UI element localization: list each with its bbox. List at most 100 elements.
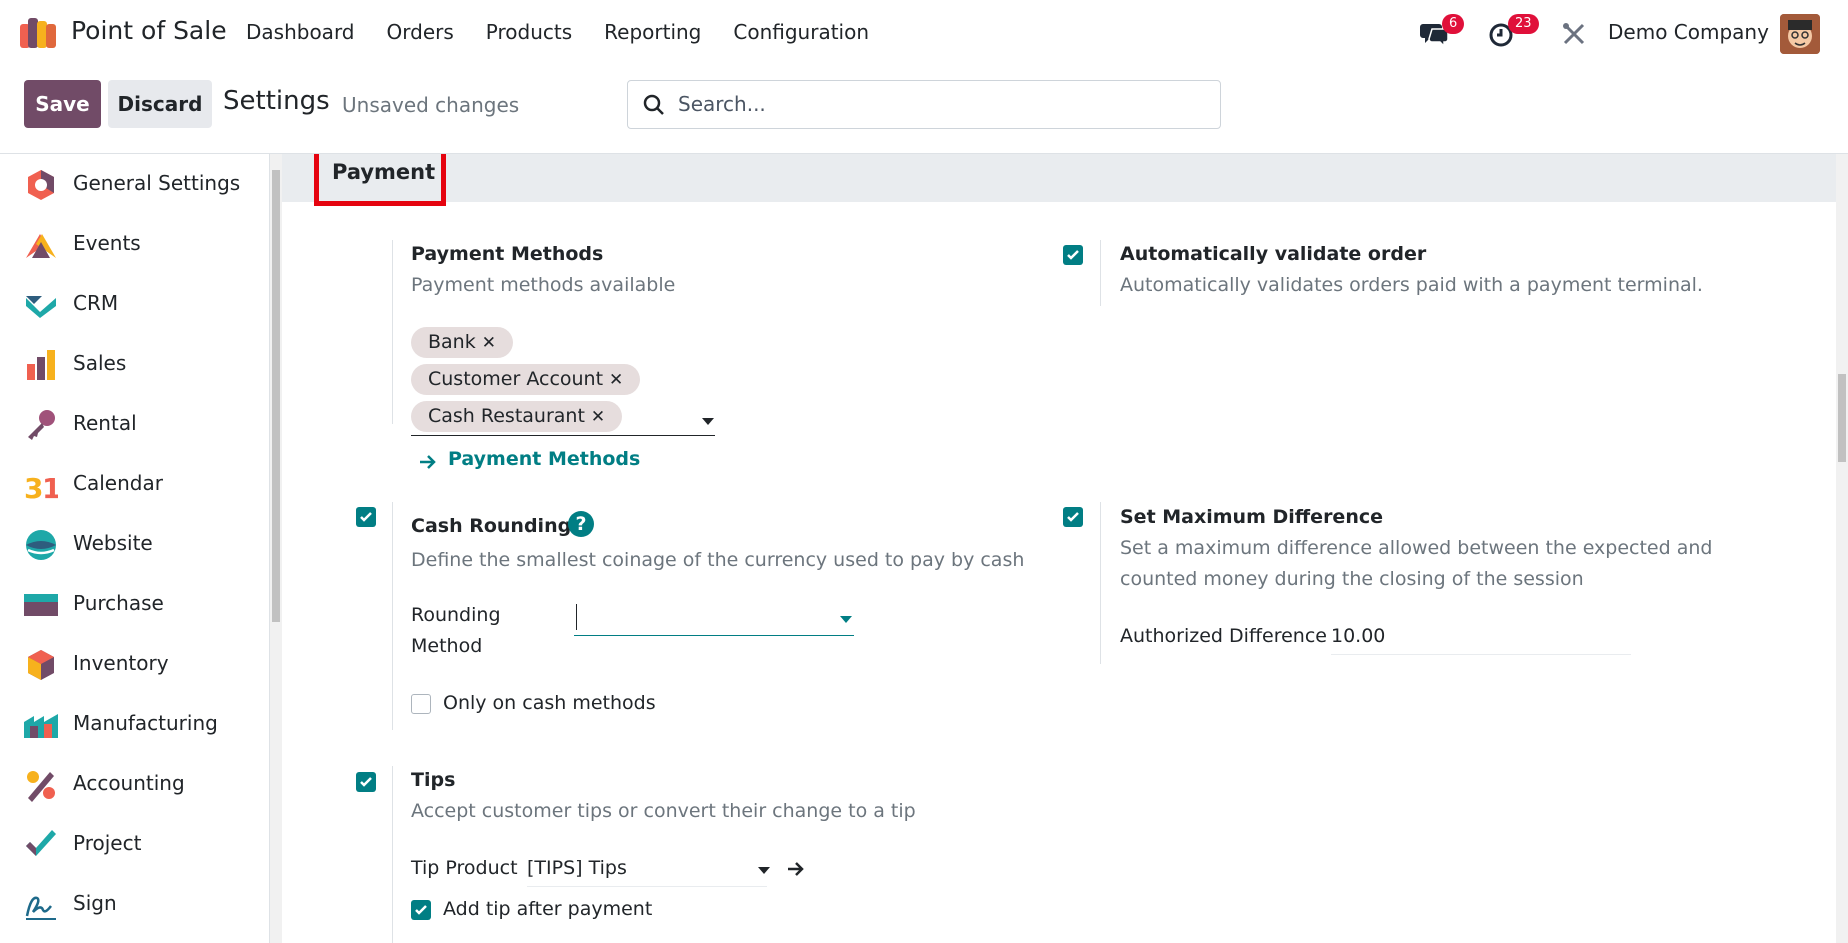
- svg-text:1: 1: [42, 472, 58, 502]
- sidebar-item-website[interactable]: Website: [0, 514, 260, 574]
- check-icon: [360, 512, 372, 522]
- auto-validate-label: Automatically validate order: [1120, 243, 1427, 265]
- sidebar-item-sign[interactable]: Sign: [0, 874, 260, 934]
- authorized-difference-label: Authorized Difference: [1120, 625, 1327, 647]
- only-cash-methods-checkbox[interactable]: [411, 694, 431, 714]
- rounding-method-underline: [574, 635, 854, 636]
- cash-rounding-label: Cash Rounding: [411, 515, 572, 537]
- sidebar-item-accounting[interactable]: Accounting: [0, 754, 260, 814]
- authorized-difference-underline: [1331, 654, 1631, 655]
- calendar-icon: 3 1: [24, 472, 58, 502]
- rounding-method-dropdown-icon[interactable]: [840, 616, 852, 623]
- payment-method-tag: Bank ✕: [411, 327, 513, 358]
- debug-tools-button[interactable]: [1562, 22, 1586, 50]
- events-icon: [26, 234, 56, 258]
- purchase-icon: [24, 594, 58, 616]
- payment-methods-label: Payment Methods: [411, 243, 604, 265]
- sidebar-item-calendar[interactable]: 3 1 Calendar: [0, 454, 260, 514]
- settings-sidebar: General Settings Events CRM Sales Rental: [0, 154, 270, 943]
- payment-method-tag: Cash Restaurant ✕: [411, 401, 623, 432]
- divider: [392, 766, 393, 943]
- general-settings-icon: [28, 170, 54, 200]
- check-icon: [360, 777, 372, 787]
- sidebar-item-crm[interactable]: CRM: [0, 274, 260, 334]
- tips-checkbox[interactable]: [356, 772, 376, 792]
- remove-tag-icon[interactable]: ✕: [482, 333, 496, 353]
- payment-methods-dropdown-icon[interactable]: [702, 418, 714, 425]
- arrow-right-icon: [420, 455, 436, 469]
- svg-text:3: 3: [24, 472, 43, 502]
- accounting-icon: [27, 771, 55, 802]
- sidebar-item-rental[interactable]: Rental: [0, 394, 260, 454]
- section-header: Payment: [282, 154, 1836, 206]
- crm-icon: [26, 296, 56, 318]
- search-box[interactable]: [627, 80, 1221, 129]
- add-tip-after-payment-label: Add tip after payment: [443, 898, 653, 920]
- rounding-method-label: Rounding: [411, 604, 501, 626]
- manufacturing-icon: [24, 714, 58, 738]
- user-avatar[interactable]: [1780, 14, 1820, 54]
- check-icon: [1067, 250, 1079, 260]
- section-title: Payment: [332, 160, 436, 184]
- check-icon: [415, 905, 427, 915]
- sidebar-item-sales[interactable]: Sales: [0, 334, 260, 394]
- app-title[interactable]: Point of Sale: [71, 16, 227, 45]
- sidebar-item-project[interactable]: Project: [0, 814, 260, 874]
- text-cursor: [576, 604, 577, 630]
- menu-dashboard[interactable]: Dashboard: [246, 20, 355, 44]
- unsaved-status: Unsaved changes: [342, 93, 520, 117]
- add-tip-after-payment-checkbox[interactable]: [411, 900, 431, 920]
- menu-orders[interactable]: Orders: [387, 20, 454, 44]
- menu-reporting[interactable]: Reporting: [604, 20, 701, 44]
- rental-icon: [28, 410, 55, 440]
- sidebar-item-events[interactable]: Events: [0, 214, 260, 274]
- cash-rounding-checkbox[interactable]: [356, 507, 376, 527]
- max-difference-checkbox[interactable]: [1063, 507, 1083, 527]
- rounding-method-select[interactable]: [574, 602, 854, 636]
- sign-icon: [25, 896, 56, 920]
- sidebar-item-manufacturing[interactable]: Manufacturing: [0, 694, 260, 754]
- sidebar-item-inventory[interactable]: Inventory: [0, 634, 260, 694]
- sidebar-item-purchase[interactable]: Purchase: [0, 574, 260, 634]
- search-icon: [643, 94, 664, 115]
- content-scrollbar[interactable]: [1836, 154, 1848, 943]
- max-difference-description-line2: counted money during the closing of the …: [1120, 568, 1584, 590]
- page-title: Settings: [223, 86, 330, 116]
- discard-button[interactable]: Discard: [108, 80, 212, 128]
- remove-tag-icon[interactable]: ✕: [591, 407, 605, 427]
- tip-product-underline: [527, 886, 767, 887]
- external-link-arrow-icon[interactable]: [786, 859, 806, 879]
- project-icon: [26, 830, 56, 856]
- top-navbar: Point of Sale Dashboard Orders Products …: [0, 0, 1848, 66]
- tip-product-label: Tip Product: [411, 857, 518, 879]
- search-input[interactable]: [676, 87, 1196, 121]
- content-scroll-thumb[interactable]: [1838, 374, 1846, 462]
- only-cash-methods-label: Only on cash methods: [443, 692, 656, 714]
- save-button[interactable]: Save: [24, 80, 101, 128]
- messages-button[interactable]: 6: [1420, 14, 1465, 52]
- divider: [1100, 502, 1101, 664]
- menu-products[interactable]: Products: [486, 20, 572, 44]
- menu-configuration[interactable]: Configuration: [733, 20, 869, 44]
- control-panel: Save Discard Settings Unsaved changes: [0, 66, 1848, 154]
- authorized-difference-input[interactable]: 10.00: [1331, 625, 1385, 647]
- messages-count-badge: 6: [1442, 14, 1465, 34]
- tip-product-select[interactable]: [TIPS] Tips: [527, 857, 627, 879]
- max-difference-description: Set a maximum difference allowed between…: [1120, 537, 1713, 559]
- sidebar-scroll-thumb[interactable]: [272, 170, 280, 622]
- company-switcher[interactable]: Demo Company: [1608, 20, 1769, 44]
- main-menu: Dashboard Orders Products Reporting Conf…: [246, 20, 901, 44]
- auto-validate-checkbox[interactable]: [1063, 245, 1083, 265]
- tip-product-dropdown-icon[interactable]: [758, 867, 770, 874]
- tools-icon: [1563, 23, 1585, 45]
- payment-method-tag: Customer Account ✕: [411, 364, 641, 395]
- pos-app-logo-icon[interactable]: [20, 18, 60, 48]
- cash-rounding-description: Define the smallest coinage of the curre…: [411, 549, 1025, 571]
- tips-label: Tips: [411, 769, 456, 791]
- website-icon: [26, 530, 56, 560]
- help-icon[interactable]: ?: [568, 511, 594, 537]
- sidebar-item-general-settings[interactable]: General Settings: [0, 154, 260, 214]
- activities-button[interactable]: 23: [1488, 14, 1539, 52]
- settings-content: Payment Payment Methods Payment methods …: [282, 154, 1836, 943]
- remove-tag-icon[interactable]: ✕: [609, 370, 623, 390]
